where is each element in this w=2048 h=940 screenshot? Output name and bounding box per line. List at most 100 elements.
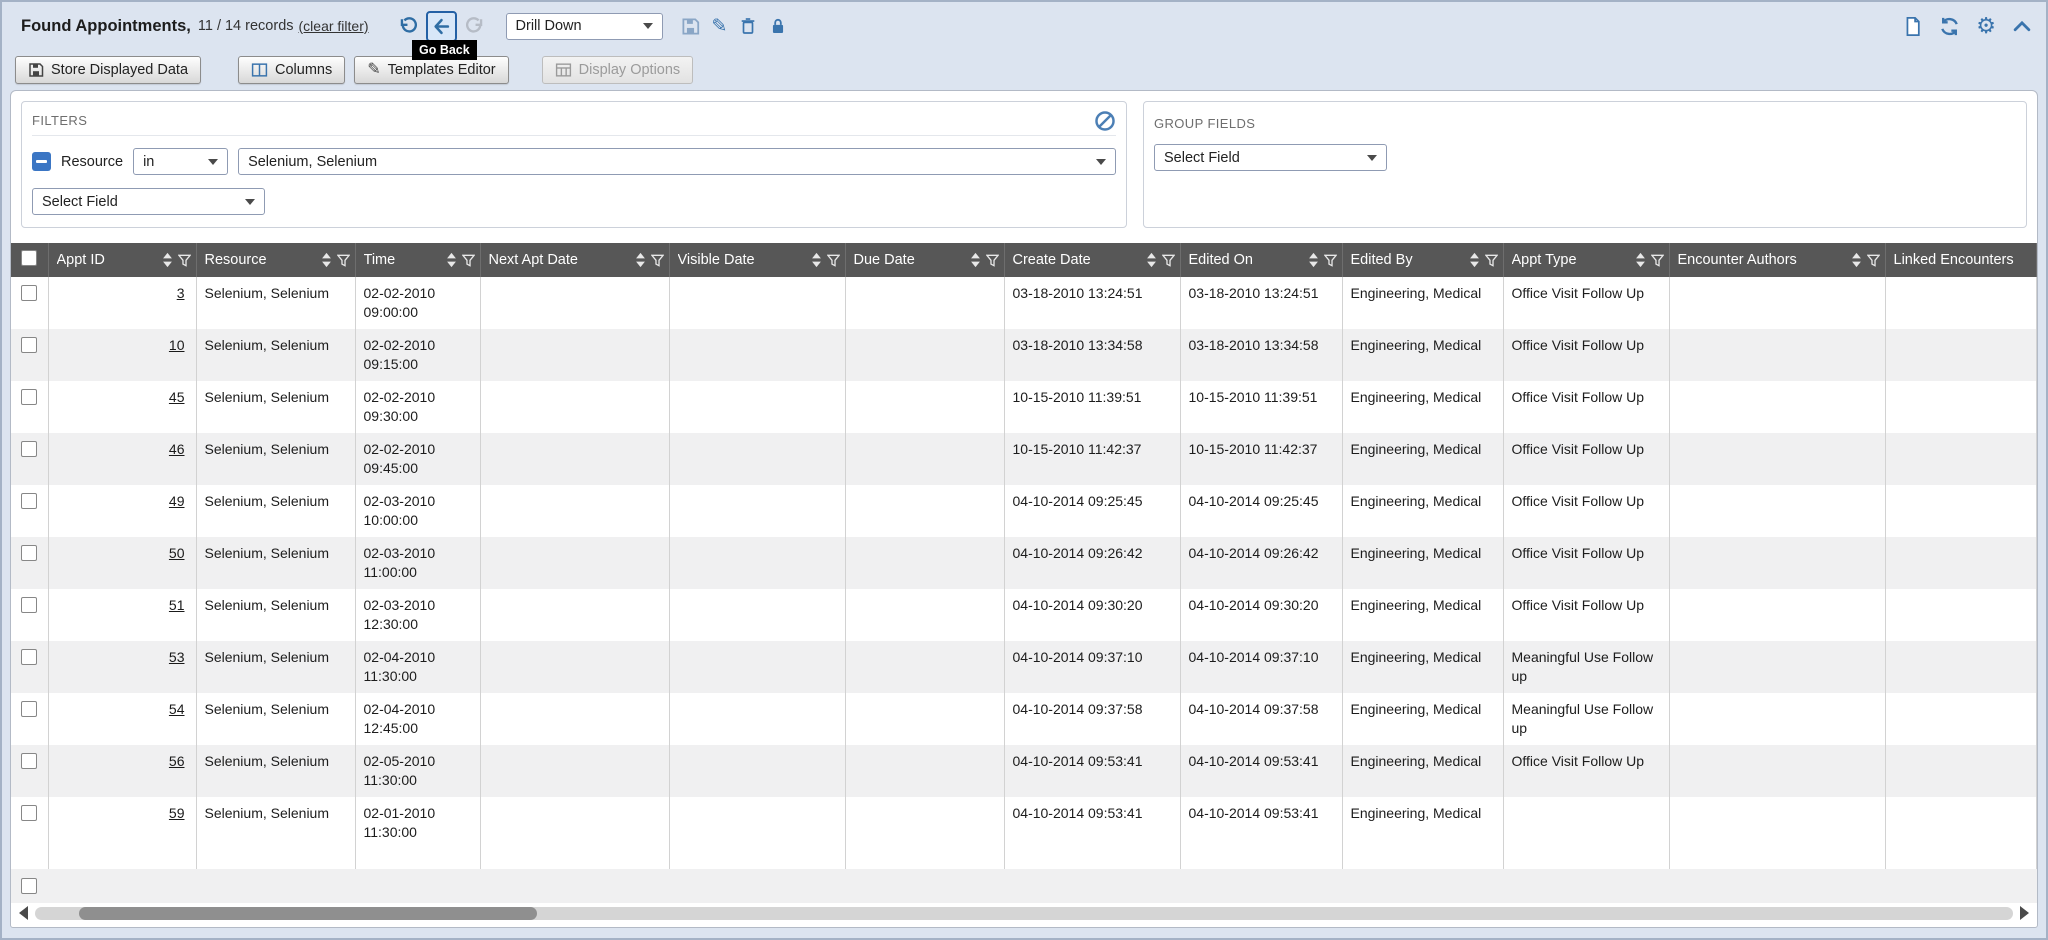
sort-icon[interactable] bbox=[1851, 252, 1862, 268]
appt-id-link[interactable]: 10 bbox=[169, 337, 185, 353]
appt-id-link[interactable]: 51 bbox=[169, 597, 185, 613]
row-checkbox[interactable] bbox=[21, 441, 37, 457]
row-checkbox[interactable] bbox=[21, 805, 37, 821]
column-header-encounter-authors[interactable]: Encounter Authors bbox=[1669, 243, 1885, 277]
filter-funnel-icon[interactable] bbox=[462, 254, 475, 267]
cell-create-date: 04-10-2014 09:37:58 bbox=[1004, 693, 1180, 745]
filter-funnel-icon[interactable] bbox=[337, 254, 350, 267]
add-filter-field-select[interactable]: Select Field bbox=[32, 188, 265, 215]
sort-icon[interactable] bbox=[635, 252, 646, 268]
filter-funnel-icon[interactable] bbox=[1867, 254, 1880, 267]
appt-id-link[interactable]: 59 bbox=[169, 805, 185, 821]
appt-id-link[interactable]: 3 bbox=[177, 285, 185, 301]
column-header-linked-encounters[interactable]: Linked Encounters bbox=[1885, 243, 2037, 277]
row-checkbox[interactable] bbox=[21, 389, 37, 405]
filter-funnel-icon[interactable] bbox=[1324, 254, 1337, 267]
cell-resource: Selenium, Selenium bbox=[196, 485, 355, 537]
sort-icon[interactable] bbox=[811, 252, 822, 268]
drill-down-select[interactable]: Drill Down bbox=[506, 13, 663, 40]
gear-icon[interactable]: ⚙ bbox=[1976, 15, 1996, 37]
scroll-left-arrow-icon[interactable] bbox=[19, 906, 28, 920]
filter-funnel-icon[interactable] bbox=[1162, 254, 1175, 267]
refresh-icon[interactable] bbox=[1939, 16, 1960, 37]
scrollbar-thumb[interactable] bbox=[79, 907, 537, 920]
templates-editor-button[interactable]: ✎ Templates Editor bbox=[354, 56, 508, 84]
column-header-due-date[interactable]: Due Date bbox=[845, 243, 1004, 277]
display-options-button[interactable]: Display Options bbox=[542, 56, 694, 84]
cell-next-apt-date bbox=[480, 329, 669, 381]
sort-icon[interactable] bbox=[321, 252, 332, 268]
cell-linked-encounters bbox=[1885, 745, 2037, 797]
cell-resource: Selenium, Selenium bbox=[196, 745, 355, 797]
column-header-appt-type[interactable]: Appt Type bbox=[1503, 243, 1669, 277]
filter-funnel-icon[interactable] bbox=[1485, 254, 1498, 267]
column-header-resource[interactable]: Resource bbox=[196, 243, 355, 277]
row-checkbox[interactable] bbox=[21, 878, 37, 894]
filter-funnel-icon[interactable] bbox=[178, 254, 191, 267]
row-checkbox[interactable] bbox=[21, 285, 37, 301]
row-checkbox[interactable] bbox=[21, 545, 37, 561]
column-header-appt-id[interactable]: Appt ID bbox=[48, 243, 196, 277]
appt-id-link[interactable]: 46 bbox=[169, 441, 185, 457]
column-header-create-date[interactable]: Create Date bbox=[1004, 243, 1180, 277]
appt-id-link[interactable]: 53 bbox=[169, 649, 185, 665]
appt-id-link[interactable]: 45 bbox=[169, 389, 185, 405]
row-checkbox[interactable] bbox=[21, 649, 37, 665]
clear-all-filters-icon[interactable] bbox=[1094, 110, 1116, 132]
scroll-right-arrow-icon[interactable] bbox=[2020, 906, 2029, 920]
row-checkbox[interactable] bbox=[21, 597, 37, 613]
go-back-button[interactable] bbox=[426, 11, 457, 42]
record-count: 11 / 14 records bbox=[198, 18, 294, 34]
cell-next-apt-date bbox=[480, 537, 669, 589]
row-checkbox[interactable] bbox=[21, 493, 37, 509]
column-header-visible-date[interactable]: Visible Date bbox=[669, 243, 845, 277]
sort-icon[interactable] bbox=[1308, 252, 1319, 268]
cell-appt-id: 59 bbox=[48, 797, 196, 849]
column-header-time[interactable]: Time bbox=[355, 243, 480, 277]
row-checkbox[interactable] bbox=[21, 337, 37, 353]
filter-funnel-icon[interactable] bbox=[827, 254, 840, 267]
save-icon[interactable] bbox=[681, 17, 700, 36]
sort-icon[interactable] bbox=[1635, 252, 1646, 268]
delete-icon[interactable] bbox=[739, 17, 757, 35]
go-forward-button[interactable] bbox=[459, 11, 490, 42]
collapse-chevron-icon[interactable] bbox=[2012, 19, 2032, 33]
document-icon[interactable] bbox=[1903, 16, 1923, 37]
column-header-edited-by[interactable]: Edited By bbox=[1342, 243, 1503, 277]
filler-cell bbox=[11, 849, 48, 869]
sort-icon[interactable] bbox=[162, 252, 173, 268]
group-field-select[interactable]: Select Field bbox=[1154, 144, 1387, 171]
chevron-down-icon bbox=[1367, 155, 1377, 161]
sort-icon[interactable] bbox=[1146, 252, 1157, 268]
appt-id-link[interactable]: 50 bbox=[169, 545, 185, 561]
sort-icon[interactable] bbox=[970, 252, 981, 268]
store-displayed-data-button[interactable]: Store Displayed Data bbox=[15, 56, 201, 84]
filter-value-select[interactable]: Selenium, Selenium bbox=[238, 148, 1116, 175]
edit-icon[interactable]: ✎ bbox=[712, 17, 728, 36]
filter-funnel-icon[interactable] bbox=[651, 254, 664, 267]
column-header-next-apt-date[interactable]: Next Apt Date bbox=[480, 243, 669, 277]
row-checkbox[interactable] bbox=[21, 701, 37, 717]
cell-edited-on: 04-10-2014 09:53:41 bbox=[1180, 797, 1342, 849]
row-checkbox[interactable] bbox=[21, 753, 37, 769]
appt-id-link[interactable]: 56 bbox=[169, 753, 185, 769]
cell-appt-id: 49 bbox=[48, 485, 196, 537]
columns-button[interactable]: Columns bbox=[238, 56, 345, 84]
cell-linked-encounters bbox=[1885, 797, 2037, 849]
appt-id-link[interactable]: 49 bbox=[169, 493, 185, 509]
sort-icon[interactable] bbox=[1469, 252, 1480, 268]
appt-id-link[interactable]: 54 bbox=[169, 701, 185, 717]
filter-operator-select[interactable]: in bbox=[133, 148, 228, 175]
select-all-checkbox[interactable] bbox=[21, 250, 37, 266]
undo-button[interactable] bbox=[393, 11, 424, 42]
filter-checkbox[interactable] bbox=[32, 152, 51, 171]
cell-time: 02-02-2010 09:15:00 bbox=[355, 329, 480, 381]
sort-icon[interactable] bbox=[446, 252, 457, 268]
filter-funnel-icon[interactable] bbox=[1651, 254, 1664, 267]
filter-funnel-icon[interactable] bbox=[986, 254, 999, 267]
lock-icon[interactable] bbox=[769, 17, 787, 35]
column-header-edited-on[interactable]: Edited On bbox=[1180, 243, 1342, 277]
clear-filter-link[interactable]: (clear filter) bbox=[299, 18, 369, 34]
cell-edited-on: 04-10-2014 09:53:41 bbox=[1180, 745, 1342, 797]
scrollbar-track[interactable] bbox=[35, 907, 2013, 920]
